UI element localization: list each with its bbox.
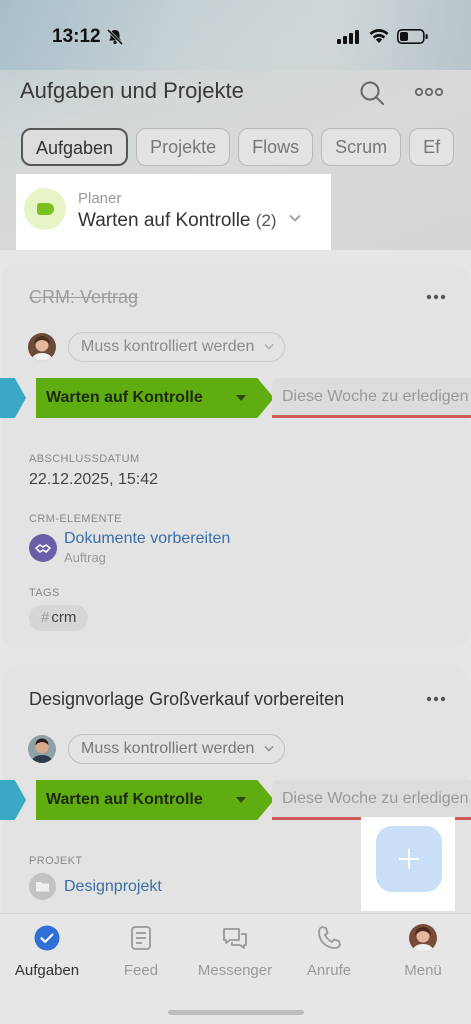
task-title[interactable]: CRM: Vertrag — [29, 287, 138, 308]
home-indicator[interactable] — [168, 1010, 304, 1015]
folder-icon — [29, 873, 56, 900]
plus-icon-vertical — [408, 849, 410, 869]
bell-off-icon — [106, 28, 124, 46]
tag-chip[interactable]: # crm — [29, 605, 89, 631]
closing-date-value: 22.12.2025, 15:42 — [29, 471, 159, 488]
stage-dropdown[interactable]: Warten auf Kontrolle — [36, 378, 274, 418]
project-link[interactable]: Designprojekt — [64, 878, 162, 896]
stage-label: Warten auf Kontrolle — [46, 389, 203, 406]
deadline-field[interactable]: Diese Woche zu erledigen — [272, 780, 471, 820]
crm-item-link[interactable]: Dokumente vorbereiten — [64, 530, 230, 548]
status-dropdown[interactable]: Muss kontrolliert werden — [68, 332, 286, 362]
stage-label: Warten auf Kontrolle — [46, 791, 203, 808]
chevron-down-icon — [264, 746, 274, 752]
closing-date-label: ABSCHLUSSDATUM — [29, 453, 140, 465]
nav-aufgaben[interactable]: Aufgaben — [0, 924, 94, 979]
more-icon[interactable] — [414, 86, 444, 98]
more-icon[interactable] — [426, 696, 446, 702]
stage-dropdown[interactable]: Warten auf Kontrolle — [36, 780, 274, 820]
tab-ef[interactable]: Ef — [409, 128, 455, 166]
nav-label: Menü — [404, 962, 442, 979]
nav-anrufe[interactable]: Anrufe — [282, 924, 376, 979]
tab-projekte[interactable]: Projekte — [136, 128, 231, 166]
deadline-field[interactable]: Diese Woche zu erledigen — [272, 378, 471, 418]
nav-label: Feed — [123, 962, 159, 979]
status-dropdown-label: Muss kontrolliert werden — [81, 740, 255, 757]
tab-aufgaben[interactable]: Aufgaben — [21, 128, 129, 166]
tab-scrum[interactable]: Scrum — [321, 128, 402, 166]
add-task-button[interactable] — [376, 826, 442, 892]
planer-count: (2) — [255, 211, 277, 230]
bottom-navigation: Aufgaben Feed Messenger Anrufe Menü — [0, 913, 471, 1024]
tag-label: crm — [51, 609, 77, 626]
crm-item-type: Auftrag — [64, 550, 106, 565]
battery-icon — [397, 29, 428, 44]
avatar — [409, 924, 437, 952]
page-title: Aufgaben und Projekte — [20, 78, 244, 103]
chat-icon — [221, 924, 249, 952]
signal-icon — [337, 30, 359, 44]
status-bar: 13:12 — [0, 24, 471, 52]
check-circle-icon — [33, 924, 61, 952]
status-dropdown[interactable]: Muss kontrolliert werden — [68, 734, 286, 764]
phone-icon — [315, 924, 343, 952]
stage-previous[interactable] — [0, 378, 26, 418]
chevron-down-icon — [264, 344, 274, 350]
search-icon[interactable] — [358, 79, 386, 107]
task-title[interactable]: Designvorlage Großverkauf vorbereiten — [29, 689, 344, 710]
wifi-icon — [369, 29, 389, 43]
fab-highlight — [361, 817, 455, 911]
tags-label: TAGS — [29, 587, 60, 599]
nav-label: Anrufe — [306, 962, 352, 979]
clock: 13:12 — [52, 26, 101, 47]
planer-tag-icon — [24, 188, 66, 230]
nav-label: Messenger — [197, 962, 273, 979]
caret-down-icon — [236, 395, 246, 401]
avatar[interactable] — [28, 735, 56, 763]
nav-feed[interactable]: Feed — [94, 924, 188, 979]
chevron-down-icon — [289, 214, 301, 222]
nav-messenger[interactable]: Messenger — [188, 924, 282, 979]
nav-menu[interactable]: Menü — [376, 924, 470, 979]
tab-flows[interactable]: Flows — [238, 128, 314, 166]
feed-icon — [127, 924, 155, 952]
more-icon[interactable] — [426, 294, 446, 300]
planer-label: Planer — [78, 190, 122, 207]
crm-label: CRM-ELEMENTE — [29, 513, 122, 525]
handshake-icon — [29, 534, 57, 562]
stage-previous[interactable] — [0, 780, 26, 820]
tab-bar: Aufgaben Projekte Flows Scrum Ef — [21, 128, 471, 168]
nav-label: Aufgaben — [14, 962, 80, 979]
planer-selector[interactable]: Planer Warten auf Kontrolle (2) — [16, 174, 331, 250]
task-card[interactable]: CRM: Vertrag Muss kontrolliert werden Wa… — [0, 262, 471, 650]
planer-value-text: Warten auf Kontrolle — [78, 210, 251, 231]
caret-down-icon — [236, 797, 246, 803]
avatar[interactable] — [28, 333, 56, 361]
hash-icon: # — [41, 609, 50, 626]
project-label: PROJEKT — [29, 855, 83, 867]
planer-value: Warten auf Kontrolle (2) — [78, 210, 277, 232]
status-dropdown-label: Muss kontrolliert werden — [81, 338, 255, 355]
